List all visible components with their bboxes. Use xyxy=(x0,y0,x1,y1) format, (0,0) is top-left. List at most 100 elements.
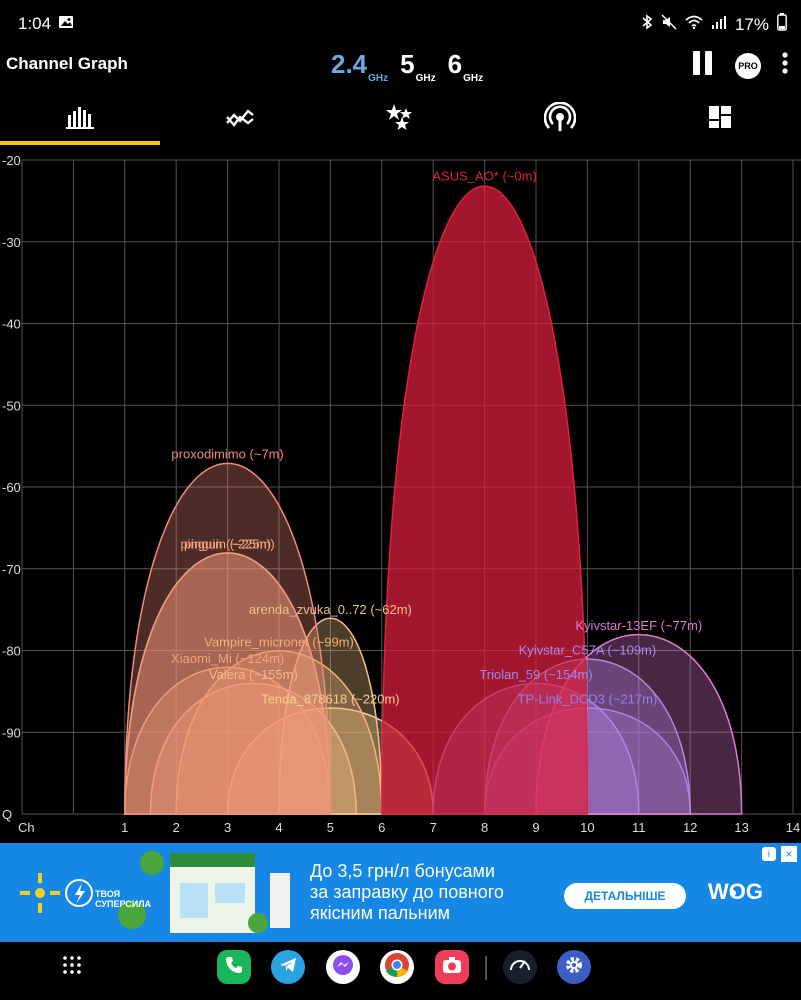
y-tick-label: -30 xyxy=(2,235,21,250)
wifi-icon xyxy=(685,14,703,35)
band-5-ghz[interactable]: 5 GHz xyxy=(400,49,435,84)
messenger-icon xyxy=(332,954,354,981)
page-title: Channel Graph xyxy=(6,54,128,73)
ad-brand-line2: СУПЕРСИЛА xyxy=(95,899,152,909)
app-bar: Channel Graph 2.4 GHz 5 GHz 6 GHz PRO xyxy=(0,46,801,96)
chrome-icon xyxy=(384,952,410,983)
ad-text-line1: До 3,5 грн/л бонусами xyxy=(310,861,495,881)
ad-banner[interactable]: ТВОЯ СУПЕРСИЛА До 3,5 грн/л бонусами за … xyxy=(0,843,801,942)
y-tick-label: Q xyxy=(2,807,12,822)
telegram-app-button[interactable] xyxy=(271,950,305,984)
tab-time-graph[interactable] xyxy=(160,96,320,142)
ad-text-line3: якісним пальним xyxy=(310,903,451,923)
x-tick-label: 7 xyxy=(430,820,437,835)
channel-graph-svg: -20 -30 -40 -50 -60 -70 -80 -90 Q proxodimimo (~… xyxy=(2,153,801,835)
x-tick-label: 5 xyxy=(327,820,334,835)
tab-bar xyxy=(0,96,801,146)
network-label: Kyivstar-13EF (~77m) xyxy=(575,618,702,633)
x-tick-label: 8 xyxy=(481,820,488,835)
channel-graph: -20 -30 -40 -50 -60 -70 -80 -90 Q proxodimimo (~… xyxy=(0,150,801,840)
status-time: 1:04 xyxy=(18,14,52,33)
y-tick-label: -40 xyxy=(2,317,21,332)
status-bar: 1:04 17% xyxy=(0,0,801,46)
tab-channel-rating[interactable] xyxy=(320,96,480,142)
ad-cta-button[interactable]: ДЕТАЛЬНІШЕ xyxy=(564,883,686,909)
x-tick-label: 13 xyxy=(734,820,748,835)
bluetooth-icon xyxy=(641,14,653,35)
image-notification-icon xyxy=(58,14,74,35)
band-6-ghz[interactable]: 6 GHz xyxy=(447,49,483,84)
line-chart-icon xyxy=(226,105,254,134)
network-label: ASUS_AO* (~0m) xyxy=(432,169,536,184)
network-curve xyxy=(381,185,589,815)
camera-icon xyxy=(442,956,462,979)
band-value: 5 xyxy=(400,49,415,79)
band-unit: GHz xyxy=(368,73,389,84)
band-value: 6 xyxy=(447,49,463,79)
ad-text-line2: за заправку до повного xyxy=(310,882,504,902)
grid-icon xyxy=(62,955,82,980)
y-tick-label: -70 xyxy=(2,562,21,577)
camera-app-button[interactable] xyxy=(435,950,469,984)
tab-channel-graph[interactable] xyxy=(0,96,160,142)
band-value: 2.4 xyxy=(331,49,368,79)
x-tick-label: 10 xyxy=(580,820,594,835)
tab-vendors[interactable] xyxy=(640,96,800,142)
x-tick-label: 6 xyxy=(378,820,385,835)
telegram-icon xyxy=(278,955,298,980)
speedometer-icon xyxy=(508,953,532,982)
network-label: Triolan_59 (~154m) xyxy=(479,667,592,682)
battery-icon xyxy=(777,13,787,36)
x-tick-label: 12 xyxy=(683,820,697,835)
y-tick-label: -80 xyxy=(2,644,21,659)
signal-icon xyxy=(711,14,727,35)
pause-button[interactable] xyxy=(691,50,715,81)
tab-access-points[interactable] xyxy=(480,96,640,142)
band-unit: GHz xyxy=(415,73,436,84)
ad-brand-line1: ТВОЯ xyxy=(95,889,121,899)
network-label: Kyivstar_C57A (~109m) xyxy=(519,643,657,658)
x-tick-label: 3 xyxy=(224,820,231,835)
network-label: Tenda_878618 (~220m) xyxy=(261,692,399,707)
network-label: Xiaomi_Mi (~124m) xyxy=(171,651,284,666)
band-2-4-ghz[interactable]: 2.4 GHz xyxy=(331,49,388,84)
x-tick-label: 14 xyxy=(786,820,800,835)
app-drawer-button[interactable] xyxy=(55,950,89,984)
band-unit: GHz xyxy=(463,73,484,84)
ad-info-icon[interactable]: i xyxy=(762,847,776,861)
gear-icon xyxy=(563,954,585,981)
dashboard-icon xyxy=(708,105,732,134)
mute-icon xyxy=(661,14,677,35)
speedometer-app-button[interactable] xyxy=(503,950,537,984)
ad-brand-text: ТВОЯ СУПЕРСИЛА xyxy=(95,889,151,909)
x-tick-label: 9 xyxy=(532,820,539,835)
bar-chart-icon xyxy=(66,105,94,134)
settings-app-button[interactable] xyxy=(557,950,591,984)
y-tick-label: -50 xyxy=(2,398,21,413)
y-tick-label: -90 xyxy=(2,725,21,740)
ad-text: До 3,5 грн/л бонусами за заправку до пов… xyxy=(310,861,504,924)
network-label: Valera (~155m) xyxy=(209,667,298,682)
x-tick-label: 11 xyxy=(632,820,646,835)
messenger-app-button[interactable] xyxy=(326,950,360,984)
network-label: arenda_zvuka_0..72 (~62m) xyxy=(249,602,412,617)
y-tick-label: -20 xyxy=(2,153,21,168)
phone-icon xyxy=(224,955,244,980)
pro-badge-button[interactable]: PRO xyxy=(735,52,761,79)
ad-close-icon[interactable]: × xyxy=(781,846,797,862)
x-tick-label: 1 xyxy=(121,820,128,835)
network-label: Vampire_micronet (~99m) xyxy=(204,635,354,650)
x-axis-label: Ch xyxy=(18,820,35,835)
chrome-app-button[interactable] xyxy=(380,950,414,984)
network-label: TP-Link_DCD3 (~217m) xyxy=(518,692,658,707)
network-label: proxodimimo (~7m) xyxy=(171,446,283,461)
battery-text: 17% xyxy=(734,14,769,34)
active-tab-indicator xyxy=(0,141,160,145)
dock-divider xyxy=(485,956,487,980)
x-tick-label: 2 xyxy=(173,820,180,835)
stars-icon xyxy=(386,103,414,136)
phone-app-button[interactable] xyxy=(217,950,251,984)
navigation-bar xyxy=(0,942,801,1000)
more-options-icon[interactable] xyxy=(781,51,789,80)
x-tick-label: 4 xyxy=(275,820,282,835)
